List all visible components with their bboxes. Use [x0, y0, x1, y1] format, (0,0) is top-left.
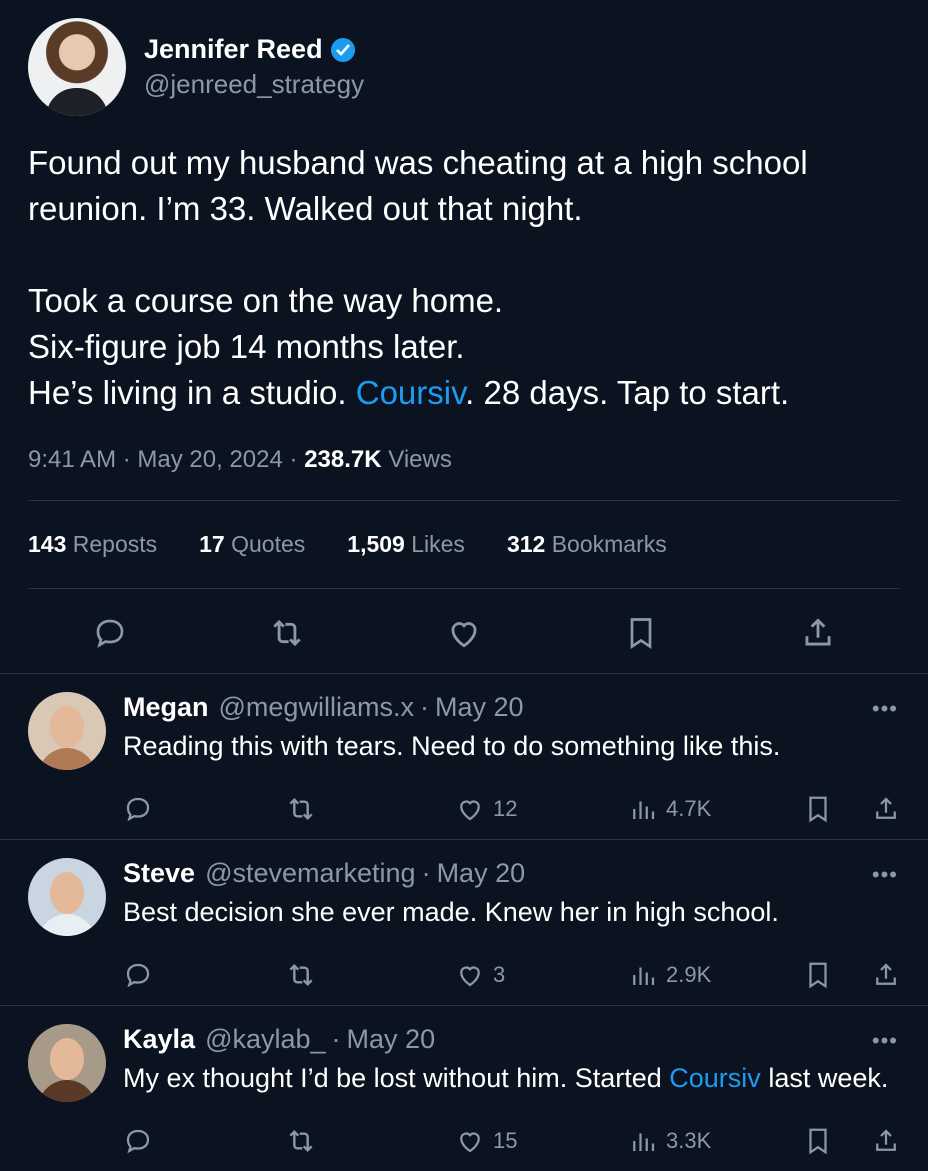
author-avatar[interactable]: [28, 18, 126, 116]
post-body: Found out my husband was cheating at a h…: [28, 140, 900, 416]
views-count: 238.7K: [304, 446, 382, 473]
reply-text: Best decision she ever made. Knew her in…: [123, 897, 779, 927]
main-post: Jennifer Reed @jenreed_strategy Found ou…: [0, 0, 928, 673]
post-body-line: He’s living in a studio. Coursiv. 28 day…: [28, 370, 900, 416]
share-icon[interactable]: [796, 611, 840, 655]
post-author: Jennifer Reed @jenreed_strategy: [28, 18, 900, 116]
reply-author-name[interactable]: Kayla: [123, 1024, 195, 1055]
like-button[interactable]: 12: [455, 794, 517, 824]
post-date[interactable]: May 20, 2024: [137, 446, 282, 473]
post-body-text: He’s living in a studio.: [28, 374, 356, 411]
reply-author-name[interactable]: Megan: [123, 692, 209, 723]
more-icon[interactable]: •••: [872, 696, 898, 722]
more-icon[interactable]: •••: [872, 1028, 898, 1054]
views-label: Views: [388, 446, 452, 473]
more-icon[interactable]: •••: [872, 862, 898, 888]
bookmark-icon[interactable]: [803, 960, 841, 990]
reply-text: My ex thought I’d be lost without him. S…: [123, 1063, 889, 1093]
avatar[interactable]: [28, 1024, 106, 1102]
repost-icon[interactable]: [285, 959, 325, 991]
reply-author-name[interactable]: Steve: [123, 858, 195, 889]
author-handle[interactable]: @jenreed_strategy: [144, 69, 364, 100]
reply-actions: 12 4.7K: [123, 794, 908, 824]
views-icon: [633, 967, 655, 985]
reply-author-handle[interactable]: @kaylab_: [205, 1024, 325, 1055]
views-count: 3.3K: [666, 1128, 712, 1153]
reposts-stat[interactable]: 143 Reposts: [28, 531, 157, 558]
views-count: 2.9K: [666, 962, 712, 987]
reply-date[interactable]: May 20: [347, 1024, 436, 1055]
repost-icon[interactable]: [285, 793, 325, 825]
avatar[interactable]: [28, 692, 106, 770]
post-stats: 143 Reposts 17 Quotes 1,509 Likes 312 Bo…: [28, 501, 900, 588]
like-icon: [460, 966, 480, 987]
bookmarks-stat[interactable]: 312 Bookmarks: [507, 531, 667, 558]
coursiv-link[interactable]: Coursiv: [669, 1063, 761, 1093]
post-body-line: Took a course on the way home.: [28, 282, 504, 319]
post-meta: 9:41 AM · May 20, 2024 · 238.7K Views: [28, 446, 452, 473]
reply-actions: 3 2.9K: [123, 960, 908, 990]
share-icon[interactable]: [871, 794, 909, 824]
reply-date[interactable]: May 20: [435, 692, 524, 723]
bookmark-icon[interactable]: [619, 611, 663, 655]
post-actions: [28, 589, 900, 673]
likes-stat[interactable]: 1,509 Likes: [347, 531, 465, 558]
like-count: 15: [493, 1128, 518, 1153]
post-body-line: reunion. I’m 33. Walked out that night.: [28, 190, 583, 227]
reply-icon[interactable]: [88, 611, 132, 655]
views-icon: [633, 801, 655, 819]
views-button[interactable]: 2.9K: [628, 960, 711, 990]
post-body-line: Found out my husband was cheating at a h…: [28, 144, 808, 181]
views-count: 4.7K: [666, 796, 712, 821]
reply-item[interactable]: ••• Megan @megwilliams.x · May 20 Readin…: [0, 674, 928, 839]
quotes-stat[interactable]: 17 Quotes: [199, 531, 305, 558]
views-button[interactable]: 4.7K: [628, 794, 711, 824]
post-body-text: . 28 days. Tap to start.: [465, 374, 790, 411]
reply-text: Reading this with tears. Need to do some…: [123, 731, 781, 761]
bookmark-icon[interactable]: [803, 794, 841, 824]
like-icon[interactable]: [442, 611, 486, 655]
reply-item[interactable]: ••• Steve @stevemarketing · May 20 Best …: [0, 840, 928, 1005]
author-name[interactable]: Jennifer Reed: [144, 34, 323, 65]
reply-icon[interactable]: [123, 960, 161, 990]
reply-date[interactable]: May 20: [437, 858, 526, 889]
share-icon[interactable]: [871, 960, 909, 990]
coursiv-link[interactable]: Coursiv: [356, 374, 465, 411]
like-icon: [460, 800, 480, 821]
reply-author-handle[interactable]: @stevemarketing: [205, 858, 416, 889]
repost-icon[interactable]: [285, 1125, 325, 1157]
reply-author-handle[interactable]: @megwilliams.x: [219, 692, 414, 723]
repost-icon[interactable]: [265, 611, 309, 655]
post-time[interactable]: 9:41 AM: [28, 446, 116, 473]
post-body-line: Six-figure job 14 months later.: [28, 328, 465, 365]
verified-badge-icon: [330, 37, 355, 62]
like-button[interactable]: 3: [455, 960, 505, 990]
reply-item[interactable]: ••• Kayla @kaylab_ · May 20 My ex though…: [0, 1006, 928, 1171]
like-count: 3: [493, 962, 506, 987]
like-count: 12: [493, 796, 518, 821]
avatar[interactable]: [28, 858, 106, 936]
reply-icon[interactable]: [123, 794, 161, 824]
